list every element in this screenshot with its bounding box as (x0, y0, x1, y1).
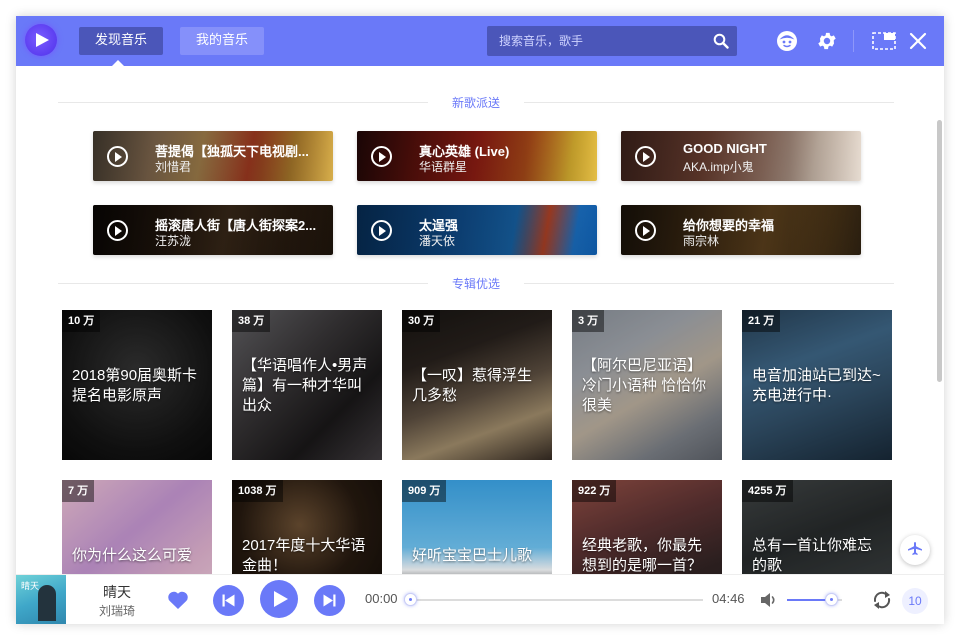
play-circle-icon[interactable] (107, 220, 128, 241)
song-artist: 汪苏泷 (155, 234, 192, 248)
close-icon[interactable] (909, 32, 927, 50)
play-count-badge: 30 万 (402, 310, 441, 332)
skip-previous-icon (222, 594, 235, 607)
play-count-badge: 38 万 (232, 310, 271, 332)
album-title: 【阿尔巴尼亚语】冷门小语种 恰恰你很美 (582, 357, 707, 414)
song-card[interactable]: GOOD NIGHT AKA.imp小鬼 (621, 131, 861, 181)
song-name: GOOD NIGHT (683, 141, 767, 156)
app-logo[interactable] (25, 24, 57, 56)
search-icon[interactable] (713, 33, 729, 49)
song-artist: 华语群星 (419, 160, 468, 174)
song-card[interactable]: 真心英雄 (Live) 华语群星 (357, 131, 597, 181)
tab-my-music[interactable]: 我的音乐 (180, 27, 265, 55)
song-card[interactable]: 菩提偈【独孤天下电视剧... 刘惜君 (93, 131, 333, 181)
header-divider (853, 30, 854, 52)
song-artist: 雨宗林 (683, 234, 720, 248)
album-card[interactable]: 922 万 经典老歌，你最先想到的是哪一首？ (572, 480, 722, 574)
current-song-artist[interactable]: 刘瑞琦 (74, 602, 160, 619)
play-count-badge: 10 万 (62, 310, 101, 332)
player-bar: 晴天 晴天 刘瑞琦 00:00 04:46 10 (16, 574, 944, 624)
album-title: 总有一首让你难忘的歌 (752, 537, 873, 574)
next-button[interactable] (314, 585, 345, 616)
album-card[interactable]: 7 万 你为什么这么可爱 (62, 480, 212, 574)
play-circle-icon[interactable] (635, 220, 656, 241)
skip-next-icon (323, 594, 336, 607)
album-title: 好听宝宝巴士儿歌 (412, 547, 533, 564)
song-artist: AKA.imp小鬼 (683, 160, 754, 174)
play-circle-icon[interactable] (635, 146, 656, 167)
album-title: 2018第90届奥斯卡提名电影原声 (72, 367, 198, 404)
play-circle-icon[interactable] (371, 146, 392, 167)
playlist-count-button[interactable]: 10 (902, 588, 928, 614)
album-title: 【一叹】惹得浮生几多愁 (412, 367, 533, 404)
song-artist: 潘天依 (419, 234, 456, 248)
current-time: 00:00 (365, 591, 398, 606)
repeat-icon[interactable] (870, 588, 894, 612)
new-songs-heading: 新歌派送 (58, 92, 894, 112)
logo-play-icon (36, 33, 49, 47)
total-duration: 04:46 (712, 591, 745, 606)
search-box (487, 26, 737, 56)
album-card[interactable]: 3 万 【阿尔巴尼亚语】冷门小语种 恰恰你很美 (572, 310, 722, 460)
albums-heading: 专辑优选 (58, 273, 894, 293)
heart-icon[interactable] (167, 590, 189, 610)
play-count-badge: 922 万 (572, 480, 617, 502)
main-content[interactable]: 新歌派送 菩提偈【独孤天下电视剧... 刘惜君 真心英雄 (Live) 华语群星… (16, 66, 944, 574)
previous-button[interactable] (213, 585, 244, 616)
album-title: 经典老歌，你最先想到的是哪一首？ (582, 537, 703, 574)
play-count-badge: 909 万 (402, 480, 447, 502)
play-count-badge: 1038 万 (232, 480, 283, 502)
album-card[interactable]: 10 万 2018第90届奥斯卡提名电影原声 (62, 310, 212, 460)
vertical-scrollbar[interactable] (937, 120, 942, 382)
tab-discover-music[interactable]: 发现音乐 (79, 27, 164, 55)
play-circle-icon[interactable] (107, 146, 128, 167)
mini-mode-icon[interactable] (872, 30, 896, 52)
album-card[interactable]: 4255 万 总有一首让你难忘的歌 (742, 480, 892, 574)
album-card[interactable]: 38 万 【华语唱作人•男声篇】有一种才华叫出众 (232, 310, 382, 460)
play-circle-icon[interactable] (371, 220, 392, 241)
top-bar: 发现音乐 我的音乐 (16, 16, 944, 66)
current-song-title: 晴天 (103, 584, 131, 600)
album-cover[interactable]: 晴天 (16, 575, 66, 624)
album-card[interactable]: 30 万 【一叹】惹得浮生几多愁 (402, 310, 552, 460)
play-count-badge: 4255 万 (742, 480, 793, 502)
play-count-badge: 7 万 (62, 480, 95, 502)
song-artist: 刘惜君 (155, 160, 192, 174)
play-button[interactable] (260, 580, 298, 618)
cover-caption: 晴天 (21, 581, 40, 591)
album-card[interactable]: 1038 万 2017年度十大华语金曲！ (232, 480, 382, 574)
albums-title: 专辑优选 (443, 277, 508, 291)
song-card[interactable]: 太逞强 潘天依 (357, 205, 597, 255)
back-to-top-button[interactable] (900, 535, 930, 565)
volume-handle[interactable] (825, 593, 838, 606)
user-avatar-icon[interactable] (776, 30, 798, 52)
progress-track[interactable] (411, 599, 703, 601)
play-icon (274, 591, 288, 607)
airplane-icon (908, 542, 922, 555)
album-title: 2017年度十大华语金曲！ (242, 537, 366, 574)
song-card[interactable]: 给你想要的幸福 雨宗林 (621, 205, 861, 255)
album-title: 电音加油站已到达~充电进行中· (752, 367, 881, 404)
volume-icon[interactable] (760, 591, 778, 609)
play-count-badge: 21 万 (742, 310, 781, 332)
app-window: 发现音乐 我的音乐 搜索音乐，歌手 新歌派送 菩提偈【独孤天下电视剧... 刘惜… (16, 16, 944, 624)
album-card[interactable]: 21 万 电音加油站已到达~充电进行中· (742, 310, 892, 460)
gear-icon[interactable] (816, 30, 838, 52)
search-input[interactable] (487, 26, 705, 56)
song-card[interactable]: 摇滚唐人街【唐人街探案2... 汪苏泷 (93, 205, 333, 255)
new-songs-title: 新歌派送 (443, 96, 508, 110)
progress-handle[interactable] (404, 593, 417, 606)
album-card[interactable]: 909 万 好听宝宝巴士儿歌 (402, 480, 552, 574)
play-count-badge: 3 万 (572, 310, 605, 332)
album-title: 你为什么这么可爱 (72, 547, 193, 564)
album-title: 【华语唱作人•男声篇】有一种才华叫出众 (242, 357, 368, 414)
